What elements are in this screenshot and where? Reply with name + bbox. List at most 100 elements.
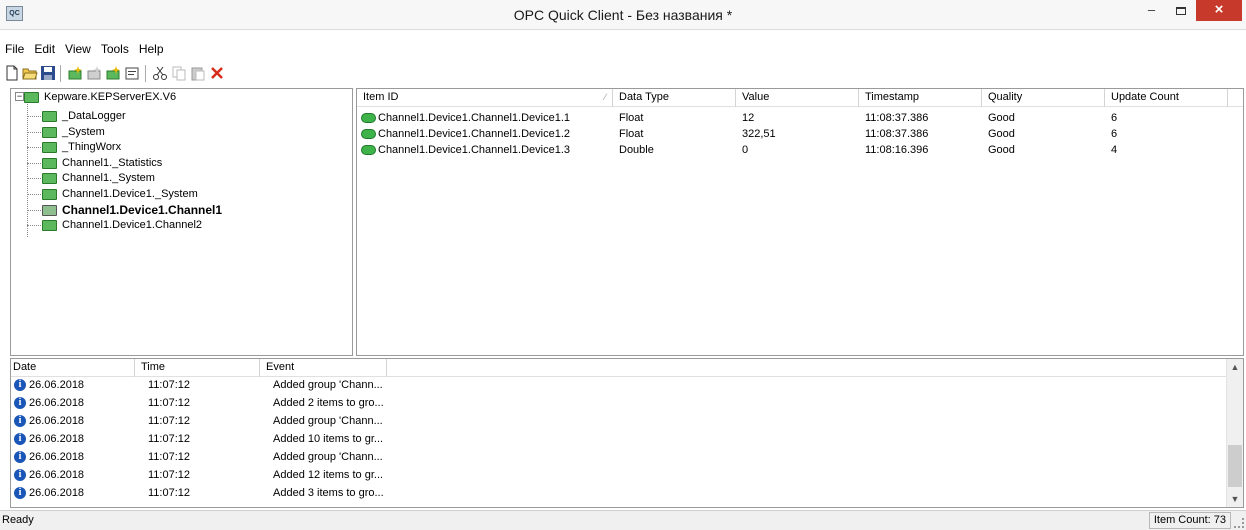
info-icon: i xyxy=(14,487,26,499)
tree-connector xyxy=(27,163,41,164)
item-id: Channel1.Device1.Channel1.Device1.1 xyxy=(378,112,571,124)
toolbar xyxy=(0,62,1246,86)
log-time: 11:07:12 xyxy=(148,397,191,409)
column-header-time[interactable]: Time xyxy=(135,359,260,377)
column-header-quality[interactable]: Quality xyxy=(982,89,1105,107)
maximize-button[interactable] xyxy=(1167,0,1194,21)
scroll-thumb[interactable] xyxy=(1228,445,1242,487)
folder-icon xyxy=(42,142,57,153)
log-date: 26.06.2018 xyxy=(29,415,85,427)
scroll-down-icon[interactable]: ▼ xyxy=(1227,491,1243,507)
item-icon xyxy=(361,145,376,155)
menu-view[interactable]: View xyxy=(60,40,96,58)
toolbar-separator xyxy=(145,65,146,82)
new-item-icon[interactable] xyxy=(105,65,121,81)
info-icon: i xyxy=(14,469,26,481)
log-time: 11:07:12 xyxy=(148,487,191,499)
menu-bar: File Edit View Tools Help xyxy=(0,40,1246,60)
menu-tools[interactable]: Tools xyxy=(96,40,134,58)
log-date: 26.06.2018 xyxy=(29,433,85,445)
tree-connector xyxy=(27,210,41,211)
column-header-date[interactable]: Date xyxy=(11,359,135,377)
quality: Good xyxy=(988,128,1015,140)
cut-icon[interactable] xyxy=(152,65,168,81)
column-header-timestamp[interactable]: Timestamp xyxy=(859,89,982,107)
tree-connector xyxy=(27,178,41,179)
item-list-header: Item ID ∕ Data Type Value Timestamp Quali… xyxy=(357,89,1243,107)
column-header-data-type[interactable]: Data Type xyxy=(613,89,736,107)
log-time: 11:07:12 xyxy=(148,451,191,463)
scroll-up-icon[interactable]: ▲ xyxy=(1227,359,1243,375)
item-id: Channel1.Device1.Channel1.Device1.2 xyxy=(378,128,571,140)
folder-icon xyxy=(42,173,57,184)
log-event: Added group 'Chann... xyxy=(273,415,383,427)
log-event: Added 12 items to gr... xyxy=(273,469,384,481)
log-event: Added 10 items to gr... xyxy=(273,433,384,445)
resize-grip-icon[interactable] xyxy=(1234,518,1244,528)
update-count: 4 xyxy=(1111,144,1118,156)
data-type: Double xyxy=(619,144,654,156)
column-header-update-count[interactable]: Update Count xyxy=(1105,89,1228,107)
status-bar: Ready Item Count: 73 xyxy=(0,510,1246,530)
timestamp: 11:08:16.396 xyxy=(865,144,929,156)
item-id: Channel1.Device1.Channel1.Device1.3 xyxy=(378,144,571,156)
update-count: 6 xyxy=(1111,128,1118,140)
event-log[interactable]: Date Time Event i 26.06.2018 11:07:12 Ad… xyxy=(10,358,1244,508)
tree-connector xyxy=(27,147,41,148)
toolbar-separator xyxy=(60,65,61,82)
menu-file[interactable]: File xyxy=(0,40,29,58)
value: 0 xyxy=(742,144,749,156)
minimize-button[interactable]: – xyxy=(1138,0,1165,21)
log-date: 26.06.2018 xyxy=(29,487,85,499)
event-log-header: Date Time Event xyxy=(11,359,1226,377)
column-header-event[interactable]: Event xyxy=(260,359,387,377)
open-icon[interactable] xyxy=(22,65,38,81)
log-time: 11:07:12 xyxy=(148,415,191,427)
info-icon: i xyxy=(14,451,26,463)
item-icon xyxy=(361,129,376,139)
column-header-value[interactable]: Value xyxy=(736,89,859,107)
info-icon: i xyxy=(14,415,26,427)
column-header-item-id[interactable]: Item ID ∕ xyxy=(357,89,613,107)
folder-icon xyxy=(42,189,57,200)
log-date: 26.06.2018 xyxy=(29,469,85,481)
status-text: Ready xyxy=(2,514,34,526)
event-log-scrollbar[interactable]: ▲ ▼ xyxy=(1226,359,1243,507)
tree-connector xyxy=(27,102,28,237)
menu-help[interactable]: Help xyxy=(134,40,169,58)
quality: Good xyxy=(988,144,1015,156)
tree-connector xyxy=(27,132,41,133)
log-date: 26.06.2018 xyxy=(29,397,85,409)
timestamp: 11:08:37.386 xyxy=(865,128,929,140)
timestamp: 11:08:37.386 xyxy=(865,112,929,124)
data-type: Float xyxy=(619,128,644,140)
new-icon[interactable] xyxy=(4,65,20,81)
tree-collapse-button[interactable]: − xyxy=(15,92,24,101)
copy-icon[interactable] xyxy=(171,65,187,81)
update-count: 6 xyxy=(1111,112,1118,124)
new-group-icon[interactable] xyxy=(86,65,102,81)
server-tree[interactable]: − Kepware.KEPServerEX.V6 _DataLogger _Sy… xyxy=(10,88,353,356)
info-icon: i xyxy=(14,433,26,445)
log-event: Added 2 items to gro... xyxy=(273,397,384,409)
item-icon xyxy=(361,113,376,123)
folder-icon xyxy=(42,111,57,122)
title-bar: QC OPC Quick Client - Без названия * – × xyxy=(0,0,1246,30)
item-list[interactable]: Item ID ∕ Data Type Value Timestamp Quali… xyxy=(356,88,1244,356)
info-icon: i xyxy=(14,397,26,409)
paste-icon[interactable] xyxy=(190,65,206,81)
log-date: 26.06.2018 xyxy=(29,451,85,463)
properties-icon[interactable] xyxy=(124,65,140,81)
data-type: Float xyxy=(619,112,644,124)
tree-connector xyxy=(27,225,41,226)
new-server-icon[interactable] xyxy=(67,65,83,81)
menu-edit[interactable]: Edit xyxy=(29,40,60,58)
server-icon xyxy=(24,92,39,103)
folder-icon xyxy=(42,127,57,138)
log-event: Added group 'Chann... xyxy=(273,379,383,391)
window-title: OPC Quick Client - Без названия * xyxy=(513,7,733,23)
delete-icon[interactable] xyxy=(209,65,225,81)
close-button[interactable]: × xyxy=(1196,0,1242,21)
folder-icon xyxy=(42,220,57,231)
save-icon[interactable] xyxy=(40,65,56,81)
